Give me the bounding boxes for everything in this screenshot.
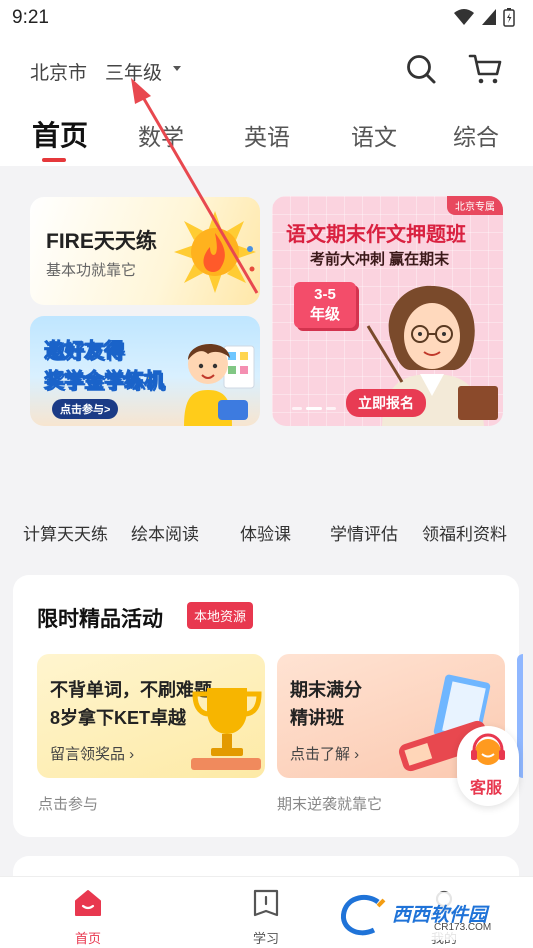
quick-nav-assessment[interactable]: 学情评估 [330,520,398,545]
essay-class-banner[interactable]: 北京专属 语文期末作文押题班 考前大冲刺 赢在期末 3-5 年级 立即报名 [272,196,503,426]
chevron-down-icon[interactable] [173,66,181,71]
cart-icon[interactable] [468,52,504,86]
wifi-icon [454,9,474,25]
subject-tabs: 首页 数学 英语 语文 综合 [0,114,533,166]
invite-banner-line1: 邀好友得 [44,340,125,363]
signal-icon [482,9,496,25]
local-resource-badge: 本地资源 [187,602,254,629]
grade-selector[interactable]: 三年级 [105,58,162,85]
quick-nav-calc-practice[interactable]: 计算天天练 [23,520,108,545]
customer-service-label: 客服 [470,780,503,797]
customer-service-button[interactable]: 客服 [457,726,519,806]
promo-caption: 点击参与 [38,796,99,813]
ket-promo-card[interactable]: 不背单词，不刷难题 8岁拿下KET卓越 留言领奖品 › [37,654,265,778]
sun-icon [174,211,256,293]
search-icon[interactable] [404,52,438,86]
quick-nav-picture-book[interactable]: 绘本阅读 [131,520,199,545]
trophy-icon [191,688,262,770]
grade-range-number: 3-5 [314,286,336,303]
tab-chinese[interactable]: 语文 [351,118,397,152]
promo-link[interactable]: 留言领奖品 › [50,743,134,764]
nav-study[interactable]: 学习 [236,887,296,947]
quick-nav-free-materials[interactable]: 领福利资料 [422,520,507,545]
status-icons [453,7,515,27]
top-header: 北京市 三年级 首页 数学 英语 语文 综合 [0,36,533,166]
essay-banner-subtitle: 考前大冲刺 赢在期末 [310,251,450,268]
grade-range-unit: 年级 [309,306,340,323]
quick-nav: 计算天天练 绘本阅读 体验课 学情评估 领福利资料 [0,520,533,550]
watermark-emblem-icon [340,894,386,936]
signup-button[interactable]: 立即报名 [346,389,426,417]
tab-home[interactable]: 首页 [32,114,88,154]
battery-icon [503,8,515,27]
fire-practice-banner[interactable]: FIRE天天练 基本功就靠它 [30,197,260,305]
promo-caption: 期末逆袭就靠它 [277,796,383,813]
status-time: 9:21 [12,7,49,28]
boy-illustration [184,343,255,426]
tab-math[interactable]: 数学 [138,118,184,152]
promo-line1: 期末满分 [290,680,362,700]
book-icon [253,889,279,917]
beijing-exclusive-badge: 北京专属 [447,196,503,215]
tab-english[interactable]: 英语 [244,118,290,152]
watermark-logo: 西西软件园 CR173.COM [334,892,516,940]
limited-activities-panel: 限时精品活动 本地资源 不背单词，不刷难题 8岁拿下KET卓越 留言领奖品 › … [13,575,523,837]
tab-general[interactable]: 综合 [453,118,499,152]
home-icon [75,890,101,916]
carousel-dot [292,407,302,410]
headset-icon [471,733,505,765]
promo-line2: 精讲班 [290,708,344,728]
carousel-dots [292,407,336,410]
grade-range-tag: 3-5 年级 [294,282,356,328]
invite-friends-banner[interactable]: 邀好友得 奖学金学练机 点击参与> [30,316,260,426]
quick-nav-trial-class[interactable]: 体验课 [240,520,291,545]
nav-study-label: 学习 [252,931,279,946]
nav-home[interactable]: 首页 [58,887,118,947]
panel-title: 限时精品活动 [37,608,163,631]
carousel-dot-active [306,407,322,410]
promo-line2: 8岁拿下KET卓越 [50,708,187,728]
invite-banner-line2: 奖学金学练机 [44,370,165,393]
invite-join-button[interactable]: 点击参与> [52,399,119,419]
carousel-dot [326,407,336,410]
status-bar: 9:21 [0,0,533,36]
city-selector[interactable]: 北京市 [30,58,87,85]
fire-banner-title: FIRE天天练 [46,230,157,253]
essay-banner-title: 语文期末作文押题班 [286,224,466,246]
fire-banner-subtitle: 基本功就靠它 [46,262,137,279]
watermark-subtext: CR173.COM [434,922,492,933]
nav-home-label: 首页 [74,931,101,946]
promo-link[interactable]: 点击了解 › [290,743,359,764]
active-tab-indicator [42,158,66,162]
